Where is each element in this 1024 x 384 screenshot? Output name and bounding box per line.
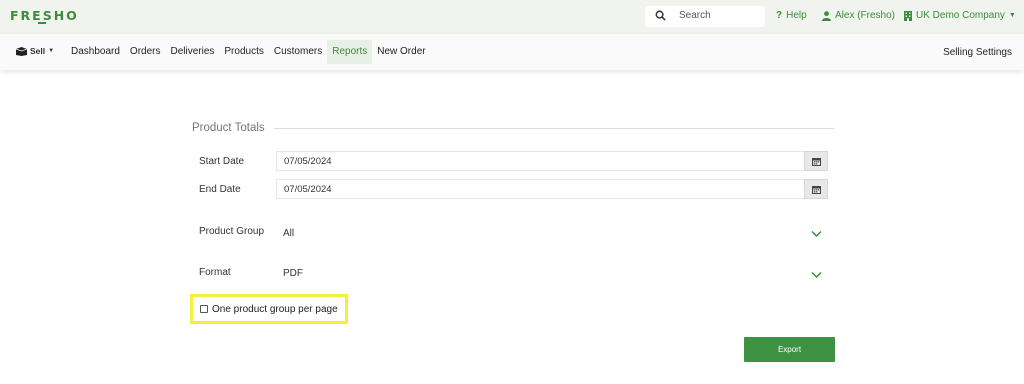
export-button[interactable]: Export: [744, 337, 835, 362]
question-icon: ?: [776, 10, 783, 21]
company-label: UK Demo Company: [916, 10, 1005, 21]
calendar-icon: [811, 185, 821, 194]
nav-items: Dashboard Orders Deliveries Products Cus…: [66, 40, 431, 64]
logo-underline: [38, 22, 46, 24]
caret-down-icon: ▼: [48, 48, 55, 54]
user-icon: [822, 10, 831, 21]
one-group-per-page-highlight: One product group per page: [190, 294, 348, 324]
user-label: Alex (Fresho): [835, 10, 896, 21]
format-select[interactable]: PDF: [283, 268, 303, 279]
nav-reports[interactable]: Reports: [327, 40, 373, 64]
caret-down-icon: ▼: [1008, 12, 1016, 19]
format-label: Format: [199, 267, 231, 278]
one-group-per-page-label[interactable]: One product group per page: [212, 304, 338, 315]
nav-dashboard[interactable]: Dashboard: [66, 40, 125, 64]
search-input[interactable]: Search: [679, 10, 711, 21]
start-date-calendar-button[interactable]: [804, 151, 828, 171]
main-nav: Sell ▼ Dashboard Orders Deliveries Produ…: [0, 34, 1024, 70]
title-divider: [274, 128, 834, 129]
nav-orders[interactable]: Orders: [125, 40, 166, 64]
help-link[interactable]: ? Help: [776, 10, 807, 21]
chevron-down-icon[interactable]: [811, 230, 822, 238]
end-date-label: End Date: [199, 184, 241, 195]
form-title: Product Totals: [192, 122, 265, 134]
search-box[interactable]: Search: [645, 6, 765, 27]
user-menu[interactable]: Alex (Fresho): [822, 10, 895, 21]
nav-products[interactable]: Products: [219, 40, 268, 64]
one-group-per-page-checkbox[interactable]: [200, 305, 208, 313]
product-group-label: Product Group: [199, 226, 265, 237]
nav-customers[interactable]: Customers: [269, 40, 327, 64]
end-date-field[interactable]: 07/05/2024: [276, 179, 804, 199]
top-bar: FRESHO Search ? Help Alex (Fresho) UK De…: [0, 0, 1024, 34]
sell-menu[interactable]: Sell ▼: [16, 46, 54, 56]
start-date-field[interactable]: 07/05/2024: [276, 151, 804, 171]
fresho-logo[interactable]: FRESHO: [10, 8, 79, 23]
company-menu[interactable]: UK Demo Company ▼: [904, 10, 1016, 21]
search-icon: [655, 10, 666, 21]
help-label: Help: [786, 10, 807, 21]
building-icon: [904, 10, 912, 21]
box-icon: [16, 46, 27, 56]
chevron-down-icon[interactable]: [811, 271, 822, 279]
end-date-calendar-button[interactable]: [804, 179, 828, 199]
nav-deliveries[interactable]: Deliveries: [165, 40, 219, 64]
sell-label: Sell: [30, 46, 46, 56]
start-date-label: Start Date: [199, 156, 245, 167]
nav-new-order[interactable]: New Order: [372, 40, 430, 64]
calendar-icon: [811, 157, 821, 166]
selling-settings-link[interactable]: Selling Settings: [943, 47, 1012, 58]
product-group-select[interactable]: All: [283, 228, 294, 239]
